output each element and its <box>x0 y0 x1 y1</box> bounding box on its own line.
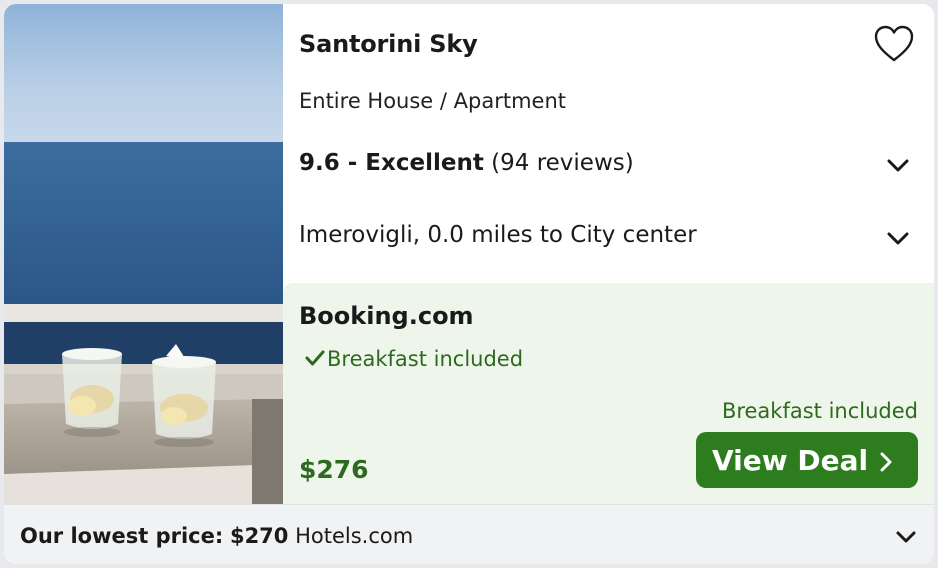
rating-score: 9.6 - Excellent <box>299 150 484 176</box>
lowest-price-value: $270 <box>229 524 289 548</box>
lowest-price-text: Our lowest price: $270 Hotels.com <box>20 524 413 548</box>
review-count: (94 reviews) <box>491 150 634 176</box>
listing-info: Santorini Sky Entire House / Apartment 9… <box>283 4 934 284</box>
perk-label: Breakfast included <box>327 347 524 371</box>
hotel-photo[interactable] <box>4 4 283 504</box>
property-type: Entire House / Apartment <box>299 89 567 113</box>
perk-secondary: Breakfast included <box>721 399 918 423</box>
deal-provider[interactable]: Booking.com <box>299 302 474 330</box>
heart-icon[interactable] <box>872 24 916 64</box>
deal-price: $276 <box>299 455 369 484</box>
listing-title[interactable]: Santorini Sky <box>299 30 478 58</box>
chevron-right-icon <box>876 448 896 472</box>
perk-item: Breakfast included <box>305 347 523 372</box>
rating-row[interactable]: 9.6 - Excellent (94 reviews) <box>299 150 634 176</box>
lowest-price-provider: Hotels.com <box>295 524 414 548</box>
chevron-down-icon[interactable] <box>894 524 918 548</box>
chevron-down-icon[interactable] <box>886 226 910 250</box>
lowest-price-label: Our lowest price: <box>20 524 224 548</box>
check-icon <box>305 348 327 372</box>
view-deal-label: View Deal <box>712 443 869 477</box>
location-text[interactable]: Imerovigli, 0.0 miles to City center <box>299 222 697 248</box>
view-deal-button[interactable]: View Deal <box>696 432 918 488</box>
hotel-card[interactable]: Santorini Sky Entire House / Apartment 9… <box>4 4 934 564</box>
lowest-price-bar[interactable]: Our lowest price: $270 Hotels.com <box>4 504 934 564</box>
chevron-down-icon[interactable] <box>886 153 910 177</box>
deal-panel: Booking.com Breakfast included Breakfast… <box>283 283 934 504</box>
